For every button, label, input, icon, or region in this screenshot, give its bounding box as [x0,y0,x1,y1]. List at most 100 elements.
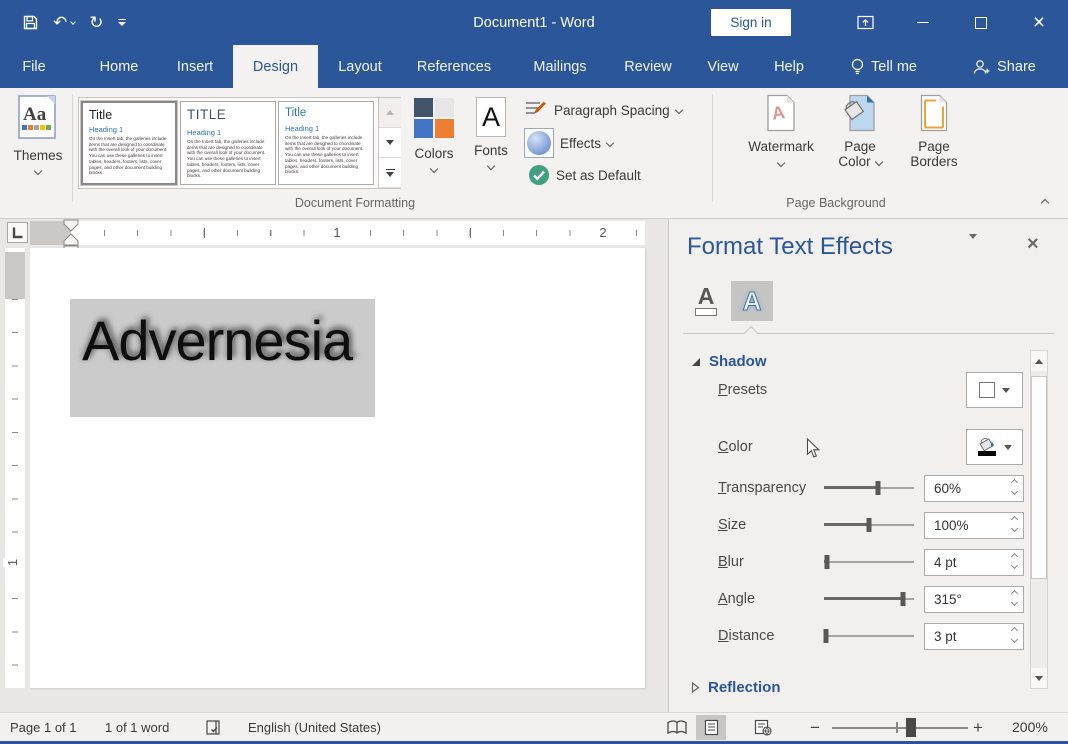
slider-thumb[interactable] [866,518,872,532]
spin-down-icon[interactable] [1010,561,1019,570]
fonts-button[interactable]: A Fonts [466,94,516,194]
print-layout-button[interactable] [696,715,726,740]
distance-spinbox[interactable]: 3 pt [924,623,1024,650]
paragraph-spacing-button[interactable]: Paragraph Spacing [524,99,683,121]
text-effects-tab[interactable]: A [731,281,773,321]
effects-button[interactable]: Effects [524,128,615,158]
page-indicator[interactable]: Page 1 of 1 [10,713,77,741]
pane-title: Format Text Effects [687,233,893,260]
angle-spinbox[interactable]: 315° [924,586,1024,613]
spin-down-icon[interactable] [1010,487,1019,496]
minimize-button[interactable] [894,0,952,45]
slider-thumb[interactable] [824,555,830,569]
undo-dropdown-icon[interactable] [70,18,77,25]
style-set-thumbnail[interactable]: TITLE Heading 1 On the Insert tab, the g… [180,101,276,185]
ruler-number-2: 2 [596,225,610,240]
document-page[interactable]: Advernesia [30,248,645,688]
page-borders-button[interactable]: Page Borders [896,94,972,194]
watermark-button[interactable]: A Watermark [740,94,822,194]
pane-close-button[interactable]: × [1027,233,1039,256]
text-fill-outline-tab[interactable]: A [685,281,727,321]
shadow-color-icon [978,437,996,456]
spin-up-icon[interactable] [1010,552,1019,561]
colors-button[interactable]: Colors [408,94,460,194]
slider-thumb[interactable] [875,481,881,495]
themes-button[interactable]: Aa Themes [6,94,70,194]
reflection-section-header[interactable]: Reflection [691,679,781,696]
share-button[interactable]: Share [960,45,1048,88]
shadow-section-header[interactable]: Shadow [691,353,767,370]
scrollbar-down-button[interactable] [1031,668,1047,688]
maximize-button[interactable] [952,0,1010,45]
spin-up-icon[interactable] [1010,626,1019,635]
document-text[interactable]: Advernesia [82,308,353,373]
zoom-in-button[interactable]: + [973,713,983,743]
tab-home[interactable]: Home [86,45,152,88]
pane-scrollbar[interactable] [1030,350,1048,689]
gallery-scroll-down-button[interactable] [379,128,401,158]
tab-stop-selector[interactable] [7,222,28,243]
close-button[interactable]: × [1010,0,1068,45]
transparency-spinbox[interactable]: 60% [924,475,1024,502]
style-set-thumbnail[interactable]: Title Heading 1 On the Insert tab, the g… [81,101,177,185]
gallery-more-button[interactable] [379,158,401,188]
customize-quick-access-button[interactable] [117,19,126,26]
proofing-status-button[interactable] [205,713,222,741]
spin-down-icon[interactable] [1010,524,1019,533]
fonts-label: Fonts [474,143,508,158]
size-spinbox[interactable]: 100% [924,512,1024,539]
tab-file[interactable]: File [10,45,58,88]
svg-text:A: A [771,102,787,124]
lightbulb-icon [851,58,864,74]
spin-down-icon[interactable] [1010,635,1019,644]
watermark-icon: A [767,94,795,132]
tab-insert[interactable]: Insert [162,45,228,88]
shadow-color-dropdown[interactable] [966,429,1023,465]
ribbon-display-options-button[interactable] [836,0,894,45]
tab-review[interactable]: Review [611,45,685,88]
read-mode-button[interactable] [662,715,692,740]
redo-button[interactable]: ↻ [89,13,103,33]
spin-up-icon[interactable] [1010,478,1019,487]
tab-design[interactable]: Design [233,45,318,88]
language-status[interactable]: English (United States) [248,713,381,741]
horizontal-ruler[interactable]: 1 2 [30,219,645,252]
slider-thumb[interactable] [823,629,829,643]
pane-options-button[interactable] [969,234,977,257]
word-count[interactable]: 1 of 1 word [105,713,169,741]
set-as-default-button[interactable]: Set as Default [528,164,641,186]
sign-in-button[interactable]: Sign in [711,9,791,36]
tab-layout[interactable]: Layout [326,45,394,88]
zoom-slider-track[interactable] [832,727,968,729]
tab-mailings[interactable]: Mailings [516,45,604,88]
transparency-slider[interactable] [824,481,914,495]
size-slider[interactable] [824,518,914,532]
scrollbar-thumb[interactable] [1031,376,1047,579]
spin-down-icon[interactable] [1010,598,1019,607]
spin-up-icon[interactable] [1010,515,1019,524]
style-set-thumbnail[interactable]: Title Heading 1 On the Insert tab, the g… [278,101,374,185]
tab-tell-me[interactable]: Tell me [832,45,936,88]
page-color-button[interactable]: Page Color [826,94,894,194]
tab-view[interactable]: View [693,45,753,88]
slider-thumb[interactable] [900,592,906,606]
scrollbar-up-button[interactable] [1031,351,1047,371]
distance-slider[interactable] [823,629,914,643]
zoom-slider-thumb[interactable] [905,718,916,737]
gallery-scroll-up-button[interactable] [379,98,401,128]
tab-references[interactable]: References [406,45,502,88]
zoom-level[interactable]: 200% [1012,713,1048,741]
undo-button[interactable]: ↶ [53,13,77,33]
spin-up-icon[interactable] [1010,589,1019,598]
collapse-ribbon-button[interactable] [1040,198,1050,208]
save-button[interactable] [22,14,39,31]
zoom-out-button[interactable]: − [810,713,820,743]
blur-slider[interactable] [824,555,914,569]
blur-spinbox[interactable]: 4 pt [924,549,1024,576]
tab-help[interactable]: Help [761,45,817,88]
web-layout-button[interactable] [748,715,778,740]
vertical-ruler[interactable]: 1 [3,248,25,688]
angle-slider[interactable] [824,592,914,606]
shadow-presets-dropdown[interactable] [966,372,1023,408]
first-line-indent-marker[interactable] [63,219,79,232]
